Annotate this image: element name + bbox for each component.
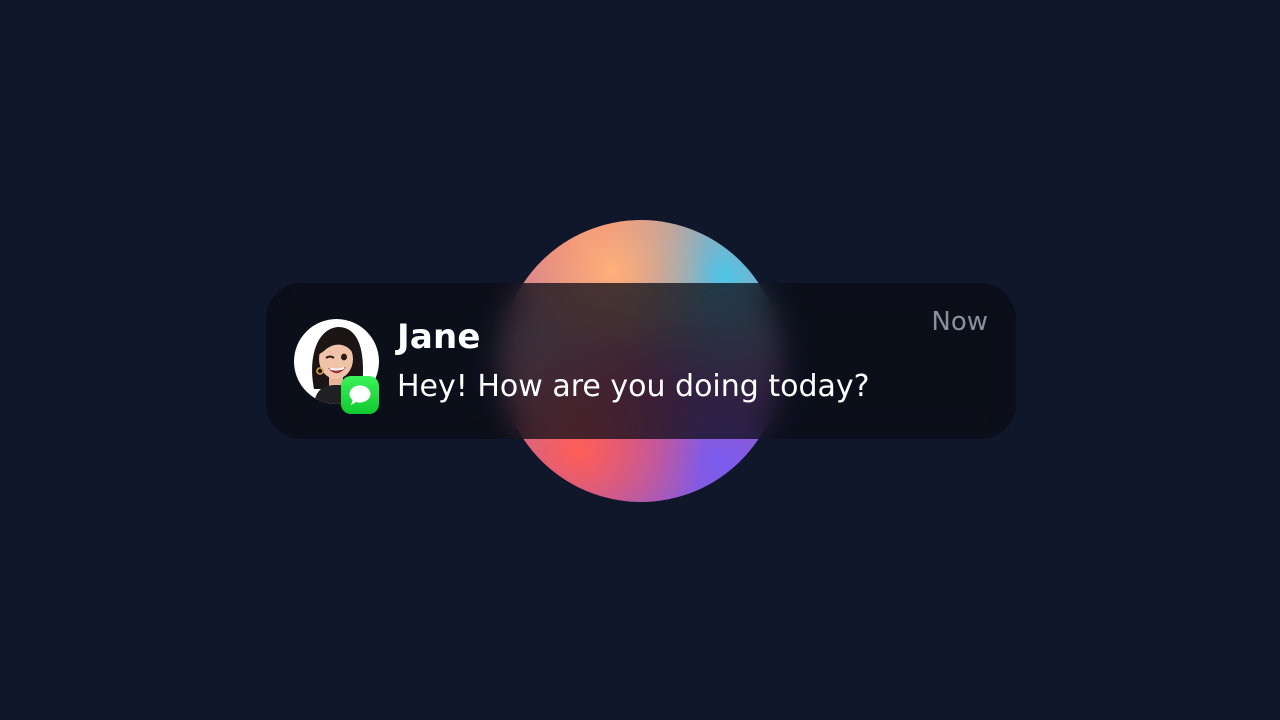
message-preview: Hey! How are you doing today? (397, 369, 870, 404)
timestamp: Now (931, 307, 988, 337)
notification-card[interactable]: Jane Hey! How are you doing today? Now (266, 283, 1016, 439)
screen: Jane Hey! How are you doing today? Now (0, 0, 1280, 720)
sender-name: Jane (397, 317, 481, 357)
messages-icon (349, 385, 371, 405)
messages-app-badge (341, 376, 379, 414)
avatar-group (294, 319, 384, 415)
